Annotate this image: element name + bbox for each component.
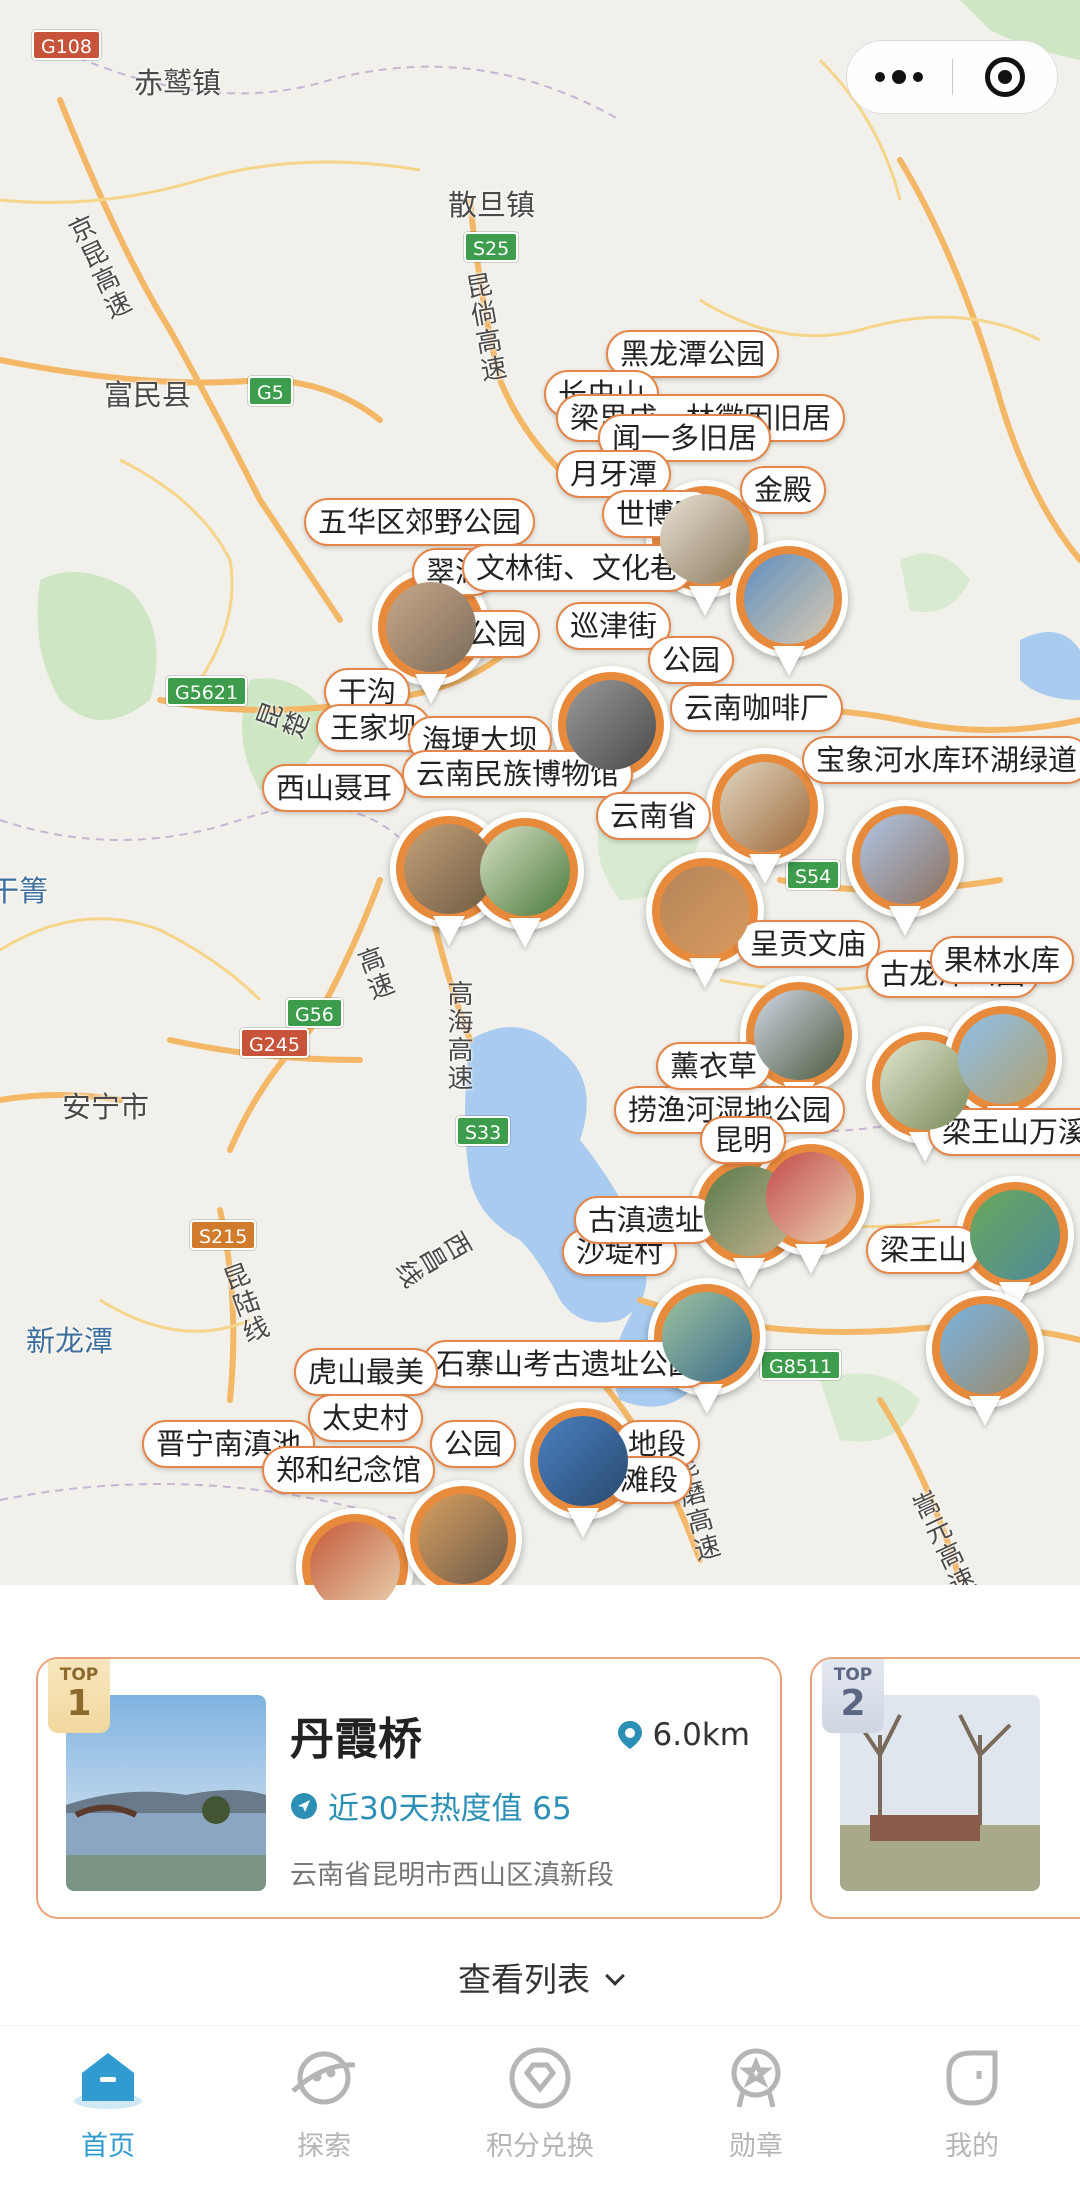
spot-heat: 近30天热度值 65 [290,1783,572,1828]
poi-label[interactable]: 呈贡文庙 [736,920,881,968]
poi-label[interactable]: 文林街、文化巷 [462,544,694,592]
diamond-icon [500,2038,580,2118]
poi-label[interactable]: 梁王山 [866,1226,982,1274]
rank-badge-top: TOP [59,1665,99,1685]
spot-address: 云南省昆明市西山区滇新段 [290,1860,614,1891]
miniprogram-capsule [846,40,1058,114]
bottom-sheet: TOP 1 丹霞桥 6.0km 近30天热度值 65 云南省昆明市西山区滇新段 … [0,1585,1080,2025]
rank-badge: TOP 2 [822,1659,884,1733]
view-list-label: 查看列表 [458,1960,590,1999]
poi-pin[interactable] [466,812,584,952]
spot-heat-value: 近30天热度值 65 [328,1791,572,1827]
town-label-sandan: 散旦镇 [448,188,536,222]
tab-explore[interactable]: 探索 [216,2026,432,2190]
poi-label[interactable]: 云南省 [596,792,712,840]
town-label-chiezhen: 赤鹫镇 [134,66,222,100]
poi-label[interactable]: 金殿 [740,466,827,514]
tab-profile[interactable]: 我的 [864,2026,1080,2190]
tab-label: 首页 [81,2131,135,2162]
road-shield-g56: G56 [286,998,343,1028]
poi-pin[interactable] [648,1278,766,1418]
road-shield-s215: S215 [190,1220,257,1250]
spot-title: 丹霞桥 [290,1714,422,1765]
app-root: 赤鹫镇 散旦镇 富民县 安宁市 新龙潭 干箐 京昆高速 昆倘高速 高海高速 西昌… [0,0,1080,2190]
spot-distance-value: 6.0km [652,1717,750,1753]
rank-badge: TOP 1 [48,1659,110,1733]
poi-pin[interactable] [730,540,848,680]
view-list-button[interactable]: 查看列表 [0,1953,1080,2001]
location-pin-icon [617,1721,642,1749]
poi-pin[interactable] [404,1480,522,1600]
poi-label[interactable]: 果林水库 [930,936,1075,984]
poi-label[interactable]: 古滇遗址 [574,1196,719,1244]
rank-badge-number: 1 [66,1683,92,1724]
spot-distance: 6.0km [617,1717,750,1753]
poi-pin[interactable] [846,800,964,940]
road-shield-s33: S33 [456,1116,511,1146]
poi-label[interactable]: 五华区郊野公园 [304,498,536,546]
tab-points[interactable]: 积分兑换 [432,2026,648,2190]
poi-label[interactable]: 昆明 [700,1116,787,1164]
road-label-gaohai: 高海高速 [443,980,473,1092]
top-spot-card[interactable]: TOP 1 丹霞桥 6.0km 近30天热度值 65 云南省昆明市西山区滇新段 [36,1657,782,1919]
tab-label: 我的 [945,2131,999,2162]
town-label-fumin: 富民县 [104,378,192,412]
road-shield-g8511: G8511 [760,1350,842,1380]
more-dots-icon[interactable] [847,40,952,114]
town-label-anning: 安宁市 [62,1090,150,1124]
poi-label[interactable]: 公园 [430,1420,517,1468]
poi-label[interactable]: 西山聂耳 [262,764,407,812]
poi-label[interactable]: 虎山最美 [294,1348,439,1396]
profile-icon [932,2038,1012,2118]
tab-label: 探索 [297,2131,351,2162]
tab-label: 积分兑换 [486,2131,594,2162]
planet-icon [284,2038,364,2118]
road-shield-g5: G5 [248,376,293,406]
navigation-arrow-icon [291,1792,317,1819]
poi-label[interactable]: 郑和纪念馆 [262,1446,436,1494]
road-shield-s25: S25 [464,232,519,262]
road-shield-g108: G108 [32,30,101,60]
map-view[interactable]: 赤鹫镇 散旦镇 富民县 安宁市 新龙潭 干箐 京昆高速 昆倘高速 高海高速 西昌… [0,0,1080,1600]
poi-label[interactable]: 薰衣草 [656,1042,772,1090]
bottom-tab-bar: 首页 探索 积分兑换 勋章 我的 [0,2025,1080,2190]
town-label-qiangan: 干箐 [0,874,49,908]
tab-home[interactable]: 首页 [0,2026,216,2190]
poi-label[interactable]: 太史村 [308,1394,424,1442]
medal-icon [716,2038,796,2118]
tab-label: 勋章 [729,2131,783,2162]
rank-badge-top: TOP [833,1665,873,1685]
poi-pin[interactable] [646,852,764,992]
road-shield-g245: G245 [240,1028,309,1058]
poi-label[interactable]: 公园 [648,636,735,684]
road-shield-g5621: G5621 [166,676,248,706]
poi-label[interactable]: 宝象河水库环湖绿道 [802,736,1080,784]
home-icon [68,2038,148,2118]
top-spot-card[interactable]: TOP 2 [810,1657,1080,1919]
target-close-icon[interactable] [953,40,1058,114]
poi-label[interactable]: 云南咖啡厂 [670,684,844,732]
town-label-xinlongtan: 新龙潭 [26,1324,114,1358]
rank-badge-number: 2 [840,1683,866,1724]
tab-medals[interactable]: 勋章 [648,2026,864,2190]
chevron-down-icon [605,1966,625,1986]
poi-pin[interactable] [926,1290,1044,1430]
